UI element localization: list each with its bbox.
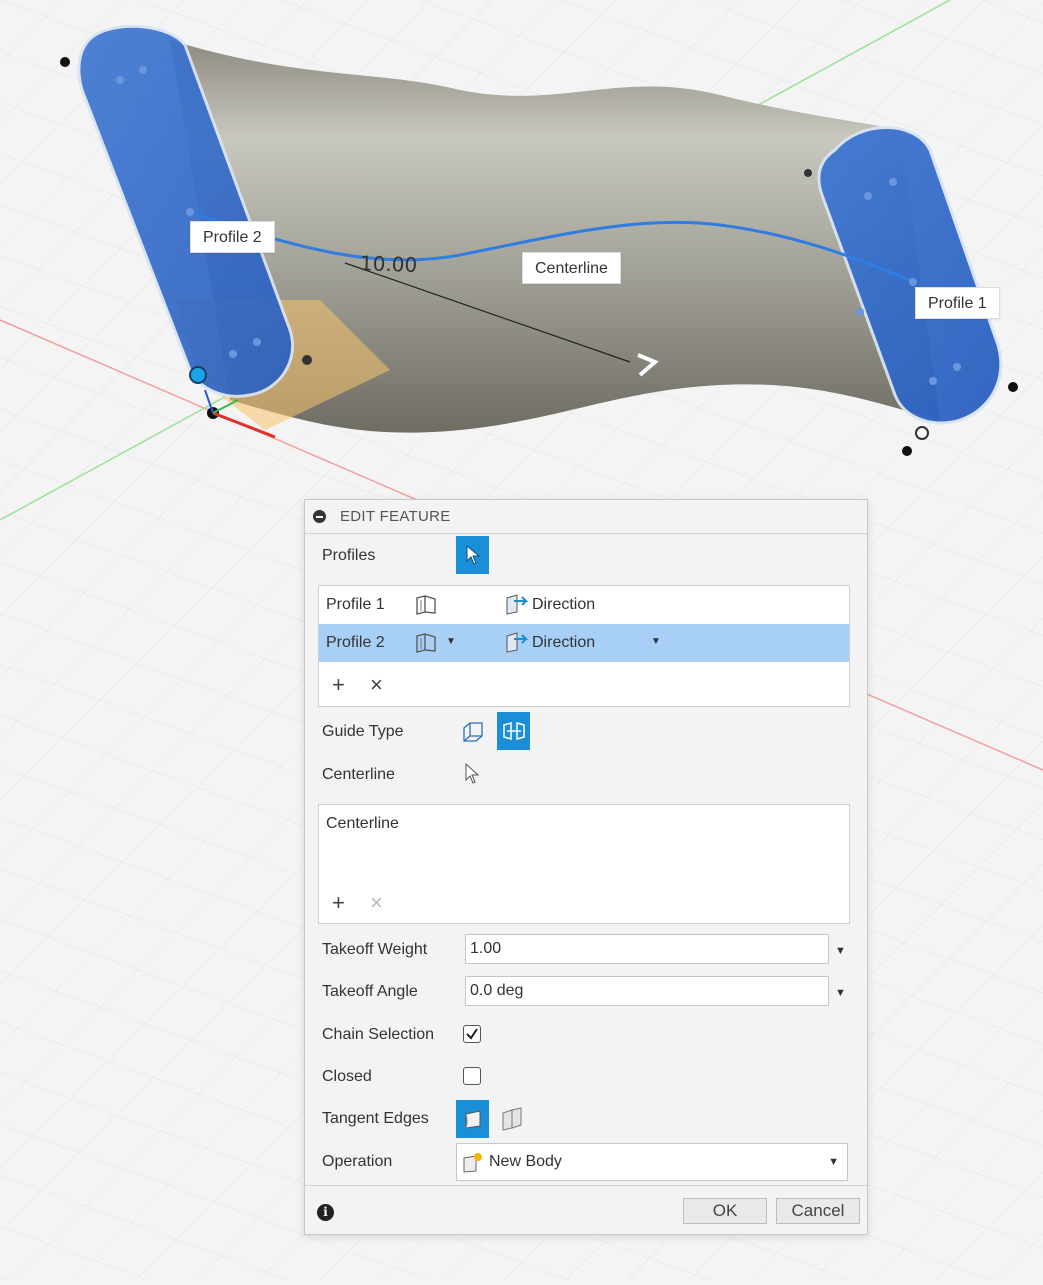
profile-direction: Direction [532, 596, 596, 613]
dialog-footer: i OK Cancel [305, 1185, 867, 1234]
sketch-point[interactable] [864, 192, 872, 200]
takeoff-angle-label: Takeoff Angle [322, 983, 418, 1000]
merge-edges-icon [465, 1110, 480, 1129]
sketch-point[interactable] [929, 377, 937, 385]
remove-icon: × [370, 890, 383, 915]
closed-label: Closed [322, 1068, 372, 1085]
list-item-profile-1[interactable]: Profile 1 Direction [319, 586, 849, 624]
direction-icon[interactable] [504, 630, 530, 654]
dialog-title: EDIT FEATURE [340, 508, 451, 525]
profile-1-callout[interactable]: Profile 1 [915, 287, 1000, 319]
dimension-value[interactable]: 10.00 [360, 251, 418, 277]
takeoff-angle-input[interactable]: 0.0 deg [465, 976, 829, 1006]
add-icon[interactable]: + [332, 674, 345, 696]
direction-icon[interactable] [504, 592, 530, 616]
sketch-point[interactable] [1008, 382, 1018, 392]
remove-icon[interactable]: × [370, 674, 383, 696]
operation-value: New Body [489, 1153, 562, 1170]
continuity-icon[interactable] [414, 594, 438, 616]
cursor-arrow-icon[interactable] [463, 762, 481, 786]
info-icon[interactable]: i [317, 1204, 334, 1221]
new-body-icon [463, 1153, 482, 1173]
sketch-point[interactable] [253, 338, 261, 346]
sketch-point[interactable] [302, 355, 312, 365]
sketch-point[interactable] [229, 350, 237, 358]
sketch-point[interactable] [186, 208, 194, 216]
profile-2-callout[interactable]: Profile 2 [190, 221, 275, 253]
chevron-down-icon: ▼ [828, 1156, 839, 1168]
sketch-point[interactable] [915, 426, 929, 440]
closed-checkbox[interactable] [463, 1067, 481, 1085]
profile-name: Profile 2 [326, 634, 385, 651]
operation-dropdown[interactable]: New Body ▼ [456, 1143, 848, 1181]
sketch-point[interactable] [909, 278, 917, 286]
profiles-list: Profile 1 Direction Profile 2 ▼ Directio… [318, 585, 850, 707]
sketch-point[interactable] [60, 57, 70, 67]
selected-point[interactable] [189, 366, 207, 384]
chevron-down-icon[interactable]: ▼ [835, 987, 846, 999]
profiles-label: Profiles [322, 547, 376, 564]
edit-feature-dialog: EDIT FEATURE Profiles Profile 1 Directio… [304, 499, 868, 1235]
takeoff-weight-input[interactable]: 1.00 [465, 934, 829, 964]
chevron-down-icon[interactable]: ▼ [651, 636, 661, 647]
add-icon[interactable]: + [332, 892, 345, 914]
centerline-callout[interactable]: Centerline [522, 252, 621, 284]
keep-edges-icon[interactable] [500, 1106, 524, 1132]
centerline-guide-icon [502, 722, 525, 740]
sketch-point[interactable] [116, 76, 124, 84]
profiles-select-button[interactable] [456, 536, 489, 574]
chevron-down-icon[interactable]: ▼ [446, 636, 456, 647]
ok-button[interactable]: OK [683, 1198, 767, 1224]
takeoff-weight-label: Takeoff Weight [322, 941, 428, 958]
sketch-point[interactable] [856, 308, 864, 316]
centerline-label: Centerline [322, 766, 395, 783]
sketch-point[interactable] [902, 446, 912, 456]
chain-selection-checkbox[interactable] [463, 1025, 481, 1043]
centerline-list: Centerline + × [318, 804, 850, 924]
profile-name: Profile 1 [326, 596, 385, 613]
collapse-icon[interactable] [313, 510, 326, 523]
list-item-centerline[interactable]: Centerline [326, 815, 399, 833]
list-item-profile-2[interactable]: Profile 2 ▼ Direction ▼ [319, 624, 849, 662]
cancel-button[interactable]: Cancel [776, 1198, 860, 1224]
operation-label: Operation [322, 1153, 393, 1170]
tangent-edges-merge-button[interactable] [456, 1100, 489, 1138]
chain-selection-label: Chain Selection [322, 1026, 435, 1043]
continuity-icon[interactable] [414, 632, 438, 654]
checkmark-icon [466, 1028, 478, 1040]
tangent-edges-label: Tangent Edges [322, 1110, 429, 1127]
rails-guide-icon[interactable] [460, 720, 486, 744]
dialog-header[interactable]: EDIT FEATURE [305, 500, 867, 534]
chevron-down-icon[interactable]: ▼ [835, 945, 846, 957]
sketch-point[interactable] [139, 66, 147, 74]
sketch-point[interactable] [953, 363, 961, 371]
sketch-point[interactable] [889, 178, 897, 186]
centerline-guide-button[interactable] [497, 712, 530, 750]
guide-type-label: Guide Type [322, 723, 404, 740]
profile-direction: Direction [532, 634, 596, 651]
sketch-point[interactable] [804, 169, 812, 177]
cursor-arrow-icon [466, 545, 480, 565]
